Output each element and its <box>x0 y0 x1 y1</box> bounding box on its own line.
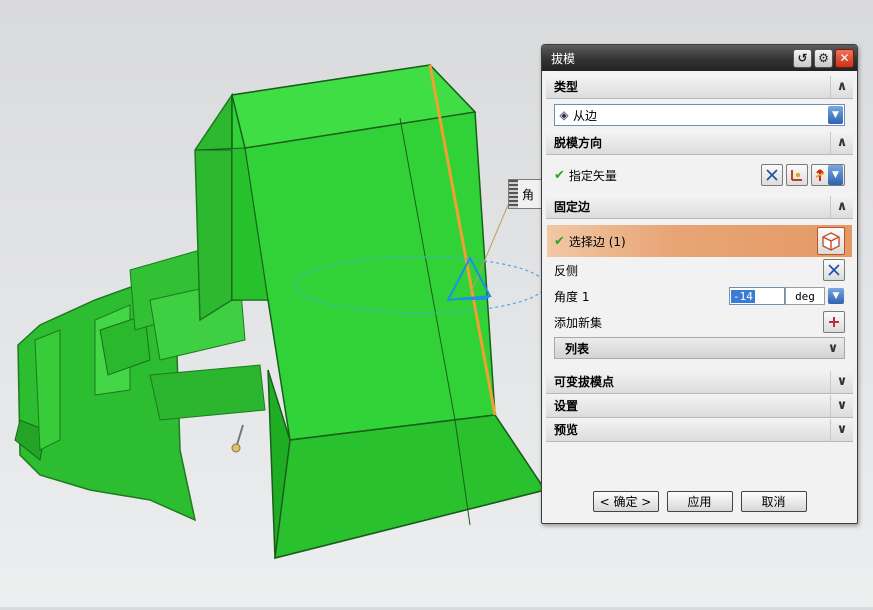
expand-chevron-icon[interactable]: ∨ <box>830 370 853 393</box>
dialog-footer: < 确定 > 应用 取消 <box>542 481 857 521</box>
expand-chevron-icon[interactable]: ∨ <box>822 337 844 359</box>
expand-chevron-icon[interactable]: ∨ <box>830 418 853 441</box>
section-direction-title: 脱模方向 <box>554 136 603 150</box>
add-set-icon[interactable] <box>823 311 845 333</box>
grip-icon <box>509 180 518 208</box>
section-variable-points-header[interactable]: 可变拔模点 ∨ <box>546 370 853 394</box>
type-combo[interactable]: ◈ 从边 ▼ <box>554 104 845 126</box>
section-type-title: 类型 <box>554 80 579 94</box>
angle-label: 角度 1 <box>554 289 590 304</box>
chevron-down-icon[interactable]: ▼ <box>828 288 844 304</box>
list-label: 列表 <box>565 341 590 356</box>
draft-from-edge-icon: ◈ <box>559 108 569 122</box>
section-direction-body: ✔ 指定矢量 ▼ <box>546 155 853 195</box>
select-edge-label: 选择边 (1) <box>568 234 626 249</box>
type-combo-value: 从边 <box>573 108 598 123</box>
select-edge-row[interactable]: ✔ 选择边 (1) <box>547 225 852 257</box>
section-fixed-edge-header[interactable]: 固定边 ∧ <box>546 195 853 219</box>
angle-unit[interactable]: deg <box>785 287 825 305</box>
section-settings-header[interactable]: 设置 ∨ <box>546 394 853 418</box>
angle-value: -14 <box>731 289 755 303</box>
specify-vector-label: 指定矢量 <box>568 168 617 183</box>
specify-vector-row[interactable]: ✔ 指定矢量 ▼ <box>554 159 845 191</box>
dialog-titlebar[interactable]: 拔模 ↺ ⚙ ✕ <box>542 45 857 71</box>
reset-icon[interactable]: ↺ <box>793 48 812 68</box>
add-set-label: 添加新集 <box>554 315 603 330</box>
section-fixed-edge-body: ✔ 选择边 (1) 反侧 角度 1 -14 deg ▼ 添加新集 列表 ∨ <box>546 219 853 364</box>
section-preview-title: 预览 <box>554 423 579 437</box>
collapse-chevron-icon[interactable]: ∧ <box>830 75 853 98</box>
reverse-side-icon[interactable] <box>823 259 845 281</box>
collapse-chevron-icon[interactable]: ∧ <box>830 195 853 218</box>
reverse-side-row: 反侧 <box>554 257 845 283</box>
section-settings-title: 设置 <box>554 399 579 413</box>
check-icon: ✔ <box>554 167 565 183</box>
section-variable-points-title: 可变拔模点 <box>554 375 615 389</box>
section-preview-header[interactable]: 预览 ∨ <box>546 418 853 442</box>
angle-input[interactable]: -14 <box>729 287 785 305</box>
select-edge-cube-icon[interactable] <box>817 227 845 255</box>
close-icon[interactable]: ✕ <box>835 48 854 68</box>
section-type-body: ◈ 从边 ▼ <box>546 99 853 131</box>
cancel-button[interactable]: 取消 <box>740 490 807 512</box>
apply-button[interactable]: 应用 <box>666 490 733 512</box>
reverse-direction-icon[interactable] <box>761 164 783 186</box>
reverse-side-label: 反侧 <box>554 263 579 278</box>
dialog-title: 拔模 <box>551 51 576 66</box>
draft-dialog: 拔模 ↺ ⚙ ✕ 类型 ∧ ◈ 从边 ▼ 脱模方向 ∧ ✔ 指定矢量 ▼ 固定边… <box>541 44 858 524</box>
angle-row: 角度 1 -14 deg ▼ <box>554 283 845 309</box>
ok-button[interactable]: < 确定 > <box>592 490 659 512</box>
chevron-down-icon[interactable]: ▼ <box>828 106 843 124</box>
section-direction-header[interactable]: 脱模方向 ∧ <box>546 131 853 155</box>
list-header[interactable]: 列表 ∨ <box>554 337 845 359</box>
angle-tag-label: 角 <box>522 187 535 202</box>
section-type-header[interactable]: 类型 ∧ <box>546 75 853 99</box>
origin-marker <box>231 443 241 453</box>
vector-dialog-icon[interactable] <box>786 164 808 186</box>
expand-chevron-icon[interactable]: ∨ <box>830 394 853 417</box>
collapse-chevron-icon[interactable]: ∧ <box>830 131 853 154</box>
vector-type-dropdown[interactable]: ▼ <box>811 164 845 186</box>
add-set-row: 添加新集 <box>554 309 845 335</box>
chevron-down-icon[interactable]: ▼ <box>828 165 843 185</box>
gear-icon[interactable]: ⚙ <box>814 48 833 68</box>
check-icon: ✔ <box>554 233 565 249</box>
section-fixed-edge-title: 固定边 <box>554 200 591 214</box>
